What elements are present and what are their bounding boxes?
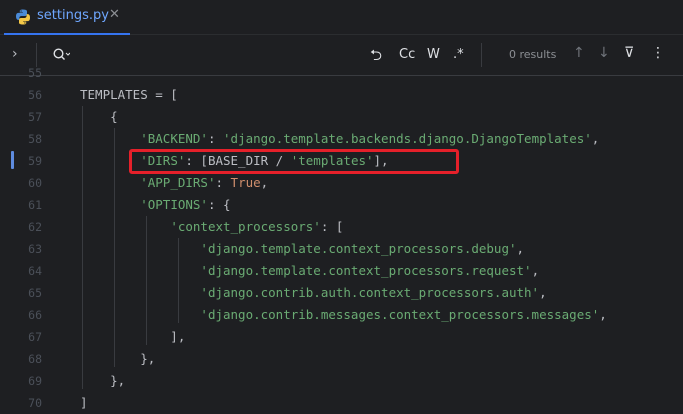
line-number: 70: [28, 396, 42, 410]
code-text: 'context_processors': [: [170, 219, 344, 234]
search-results-count: 0 results: [509, 48, 557, 61]
code-line: 62 'context_processors': [: [0, 216, 683, 238]
code-text: 'OPTIONS': {: [140, 197, 231, 212]
line-number: 59: [28, 154, 42, 168]
code-line: 66 'django.contrib.messages.context_proc…: [0, 304, 683, 326]
code-text: 'django.template.context_processors.requ…: [200, 263, 540, 278]
code-editor[interactable]: 55 56 TEMPLATES = [ 57 { 58 'BACKEND': '…: [0, 66, 683, 414]
code-line: 64 'django.template.context_processors.r…: [0, 260, 683, 282]
code-text: },: [80, 373, 126, 388]
code-line: 63 'django.template.context_processors.d…: [0, 238, 683, 260]
code-line: 70 ]: [0, 392, 683, 414]
line-number: 60: [28, 176, 42, 190]
code-line: 56 TEMPLATES = [: [0, 84, 683, 106]
search-icon[interactable]: [52, 47, 70, 63]
line-number: 68: [28, 352, 42, 366]
code-line: 57 {: [0, 106, 683, 128]
line-number: 63: [28, 242, 42, 256]
code-text: ]: [80, 395, 88, 410]
match-case-toggle[interactable]: Cc: [399, 47, 415, 62]
code-text: 'django.template.context_processors.debu…: [200, 241, 525, 256]
filter-icon[interactable]: ⊽: [624, 45, 634, 61]
code-text: },: [80, 351, 156, 366]
line-number: 64: [28, 264, 42, 278]
code-line: 55: [0, 62, 683, 84]
tab-settings-py[interactable]: settings.py ✕: [0, 0, 130, 35]
code-text: 'django.contrib.messages.context_process…: [200, 307, 607, 322]
code-text: 'django.contrib.auth.context_processors.…: [200, 285, 547, 300]
line-number: 55: [28, 66, 42, 80]
line-number: 65: [28, 286, 42, 300]
code-line: 65 'django.contrib.auth.context_processo…: [0, 282, 683, 304]
code-line: 69 },: [0, 370, 683, 392]
code-line: 61 'OPTIONS': {: [0, 194, 683, 216]
line-number: 62: [28, 220, 42, 234]
code-line: 60 'APP_DIRS': True,: [0, 172, 683, 194]
code-line: 58 'BACKEND': 'django.template.backends.…: [0, 128, 683, 150]
line-number: 61: [28, 198, 42, 212]
line-number: 57: [28, 110, 42, 124]
code-text: ],: [80, 329, 186, 344]
line-number: 66: [28, 308, 42, 322]
code-text: 'APP_DIRS': True,: [140, 175, 269, 190]
more-options-icon[interactable]: ⋮: [651, 45, 665, 61]
code-line: 68 },: [0, 348, 683, 370]
python-file-icon: [16, 9, 30, 25]
regex-toggle[interactable]: .*: [453, 47, 464, 62]
tab-label: settings.py: [37, 8, 109, 23]
previous-occurrence-icon[interactable]: ↑: [573, 45, 585, 61]
next-occurrence-icon[interactable]: ↓: [598, 45, 610, 61]
code-text: 'BACKEND': 'django.template.backends.dja…: [140, 131, 600, 146]
code-text: {: [80, 109, 118, 124]
code-text: TEMPLATES = [: [80, 87, 178, 102]
expand-replace-icon[interactable]: ›: [12, 46, 18, 62]
whole-words-toggle[interactable]: W: [427, 47, 440, 62]
line-number: 58: [28, 132, 42, 146]
highlight-annotation-box: [129, 149, 459, 174]
code-line: 67 ],: [0, 326, 683, 348]
line-number: 67: [28, 330, 42, 344]
line-number: 69: [28, 374, 42, 388]
close-icon[interactable]: ✕: [109, 7, 120, 22]
editor-tab-bar: settings.py ✕: [0, 0, 683, 35]
line-number: 56: [28, 88, 42, 102]
